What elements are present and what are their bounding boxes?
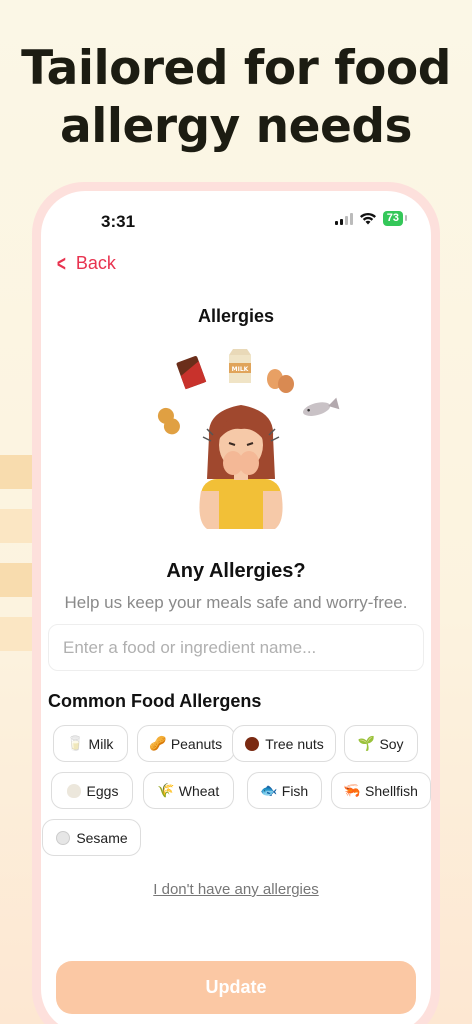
status-time: 3:31: [101, 212, 136, 231]
allergen-chip-label: Tree nuts: [265, 735, 324, 752]
allergen-chip-label: Wheat: [178, 782, 220, 799]
allergen-chip-tree-nuts[interactable]: Tree nuts: [232, 725, 336, 762]
allergen-chip-sesame[interactable]: Sesame: [42, 819, 141, 856]
phone-screen: 3:31 73 < Back Allergies MILK Any Allerg…: [41, 191, 431, 1024]
allergen-chip-label: Eggs: [86, 782, 119, 799]
fish-icon: [302, 397, 340, 416]
battery-indicator: 73: [382, 211, 408, 226]
sesame-icon: [55, 830, 71, 846]
sneezing-girl-icon: [199, 405, 283, 529]
no-allergies-link[interactable]: I don't have any allergies: [41, 881, 431, 898]
wifi-icon: [359, 212, 376, 225]
fish-icon: 🐟: [260, 782, 278, 798]
allergen-chip-fish[interactable]: 🐟 Fish: [247, 772, 322, 809]
allergy-illustration: MILK: [157, 349, 340, 529]
allergen-chip-peanuts[interactable]: 🥜 Peanuts: [137, 725, 235, 762]
allergen-chip-label: Sesame: [76, 829, 128, 846]
allergen-chip-label: Milk: [88, 735, 114, 752]
marketing-headline: Tailored for food allergy needs: [0, 40, 472, 156]
allergen-chip-label: Peanuts: [170, 735, 223, 752]
allergen-chip-wheat[interactable]: 🌾 Wheat: [143, 772, 234, 809]
chevron-left-icon: <: [56, 250, 66, 276]
allergen-chip-soy[interactable]: 🌱 Soy: [344, 725, 418, 762]
food-search-input[interactable]: [48, 624, 424, 671]
eggs-icon: [267, 369, 294, 393]
allergen-chip-eggs[interactable]: Eggs: [51, 772, 133, 809]
chestnut-icon: [244, 736, 260, 752]
allergens-section-title: Common Food Allergens: [48, 691, 262, 711]
headline-line-1: Tailored for food: [21, 41, 451, 96]
headline-line-2: allergy needs: [60, 99, 412, 154]
allergen-chip-label: Shellfish: [365, 782, 418, 799]
back-button[interactable]: < Back: [55, 250, 116, 276]
back-label: Back: [75, 253, 116, 273]
peanut-icon: [157, 407, 180, 435]
allergen-chip-label: Fish: [281, 782, 309, 799]
update-button[interactable]: Update: [56, 961, 416, 1014]
shrimp-icon: 🦐: [343, 782, 361, 798]
wheat-icon: 🌾: [157, 782, 175, 798]
chocolate-icon: [176, 356, 207, 390]
allergy-subtitle: Help us keep your meals safe and worry-f…: [64, 593, 408, 612]
allergen-chip-label: Soy: [379, 735, 404, 752]
page-title: Allergies: [197, 306, 275, 326]
seedling-icon: 🌱: [357, 735, 376, 751]
milk-carton-icon: MILK: [229, 349, 251, 383]
svg-text:MILK: MILK: [232, 366, 249, 373]
status-icons: 73: [334, 211, 408, 226]
milk-glass-icon: 🥛: [66, 735, 85, 751]
egg-icon: [66, 783, 82, 799]
allergy-question: Any Allergies?: [166, 560, 306, 582]
peanut-icon: 🥜: [149, 735, 167, 751]
phone-frame: 3:31 73 < Back Allergies MILK Any Allerg…: [32, 182, 440, 1024]
allergen-chip-milk[interactable]: 🥛 Milk: [53, 725, 128, 762]
cellular-signal-icon: [334, 212, 353, 225]
allergen-chip-shellfish[interactable]: 🦐 Shellfish: [331, 772, 431, 809]
